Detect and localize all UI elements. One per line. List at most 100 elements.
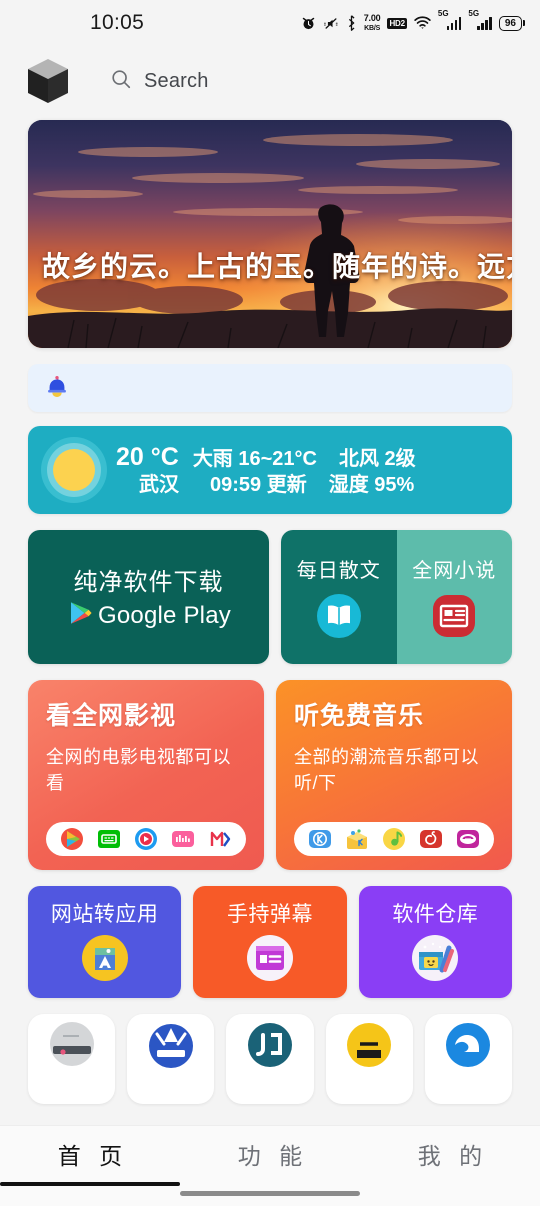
battery-level: 96 [504,17,516,29]
store-row: 纯净软件下载 Google Play 每日散文 全网小说 [28,530,512,664]
daily-essay-title: 每日散文 [296,559,381,582]
app-shortcut[interactable] [424,1014,513,1104]
video-card-title: 看全网影视 [46,702,177,730]
bottom-navigation: 首 页 功 能 我 的 [0,1125,540,1206]
software-warehouse-title: 软件仓库 [392,903,479,926]
iqiyi-icon [97,827,121,851]
status-time: 10:05 [90,11,145,34]
banner-artwork [28,120,512,348]
sohu-video-icon [60,827,84,851]
blue-wheel-icon [144,1020,198,1104]
all-novels-card[interactable]: 全网小说 [396,530,512,664]
news-icon [430,592,478,645]
bilibili-icon [171,827,195,851]
media-row: 看全网影视 全网的电影电视都可以看 听免费音乐 全部的潮流音乐都可以听/下 [28,680,512,870]
handheld-danmaku-title: 手持弹幕 [226,903,313,926]
app-shortcut[interactable] [28,1014,116,1104]
kuwo-music-icon [345,827,369,851]
yellow-square-icon [342,1020,396,1104]
app-header: Search [0,46,540,116]
weather-city: 武汉 [139,474,179,497]
app-shortcut-strip [28,1014,513,1104]
music-card-title: 听免费音乐 [294,702,425,730]
bell-icon [44,373,70,404]
weather-wind: 北风 2级 [338,448,416,471]
google-play-icon [66,599,94,632]
video-card-desc: 全网的电影电视都可以看 [46,747,231,794]
search-icon [110,68,132,95]
app-screen: 10:05 7.00 KB/S HD2 5G 5G 96 Search 故乡的云… [0,0,540,1206]
qq-music-icon [382,827,406,851]
google-play-card[interactable]: 纯净软件下载 Google Play [28,530,269,664]
banner-caption: 故乡的云。上古的玉。随年的诗。远方的你 [42,250,512,283]
teal-jd-icon [243,1020,297,1104]
network-speed-unit: KB/S [364,24,381,32]
battery-icon: 96 [498,15,522,31]
signal-icon: 5G [438,9,462,30]
nav-tab-home[interactable]: 首 页 [0,1126,180,1182]
software-warehouse-icon [409,932,461,984]
feature-tiles: 网站转应用 手持弹幕 软件仓库 [28,886,512,998]
hd-icon: HD2 [387,17,407,29]
sim1-network-label: 5G [437,8,449,18]
announcement-bar[interactable] [28,364,512,412]
alarm-icon [301,16,316,31]
video-app-list [46,822,246,856]
wifi-icon [414,16,431,30]
software-warehouse-tile[interactable]: 软件仓库 [358,886,512,998]
status-icons: 7.00 KB/S HD2 5G 5G 96 [301,9,522,33]
main-content: 故乡的云。上古的玉。随年的诗。远方的你 [0,120,540,1104]
weather-row-secondary: 武汉 09:59 更新 湿度 95% [116,473,496,499]
network-speed-indicator: 7.00 KB/S [364,13,381,33]
nav-tab-profile[interactable]: 我 的 [360,1126,540,1182]
search-input[interactable]: Search [110,68,209,95]
sim2-network-label: 5G [468,8,480,18]
app-shortcut[interactable] [127,1014,215,1104]
music-app-list [294,822,494,856]
app-shortcut[interactable] [226,1014,314,1104]
handheld-danmaku-tile[interactable]: 手持弹幕 [193,886,347,998]
music-card-desc: 全部的潮流音乐都可以听/下 [294,747,479,794]
signal-icon: 5G [468,9,492,30]
ximalaya-icon [456,827,480,851]
app-shortcut[interactable] [325,1014,413,1104]
dual-card: 每日散文 全网小说 [280,530,512,664]
weather-info: 20 °C 大雨 16~21°C 北风 2级 武汉 09:59 更新 湿度 95… [110,441,496,499]
hd-sub: 2 [400,18,405,28]
all-novels-title: 全网小说 [412,559,497,582]
netease-music-icon [419,827,443,851]
google-play-subtitle: Google Play [66,599,231,632]
danmaku-icon [244,932,296,984]
mango-tv-icon [208,827,232,851]
nav-tabs: 首 页 功 能 我 的 [0,1126,540,1182]
status-bar: 10:05 7.00 KB/S HD2 5G 5G 96 [0,0,540,46]
weather-widget[interactable]: 20 °C 大雨 16~21°C 北风 2级 武汉 09:59 更新 湿度 95… [28,426,512,514]
active-tab-indicator [0,1182,180,1186]
bluetooth-icon [346,15,357,31]
music-card[interactable]: 听免费音乐 全部的潮流音乐都可以听/下 [276,680,512,870]
book-icon [315,592,363,645]
sun-icon [38,434,110,506]
blue-edge-icon [441,1020,495,1104]
website-to-app-tile[interactable]: 网站转应用 [28,886,182,998]
cube-logo[interactable] [20,53,76,109]
weather-row-primary: 20 °C 大雨 16~21°C 北风 2级 [116,441,496,473]
mute-icon [323,16,339,31]
website-to-app-title: 网站转应用 [50,903,159,926]
google-play-title: 纯净软件下载 [73,569,224,596]
weather-humidity: 湿度 95% [328,474,415,497]
youku-icon [134,827,158,851]
kugou-music-icon [308,827,332,851]
hero-banner[interactable]: 故乡的云。上古的玉。随年的诗。远方的你 [28,120,512,348]
video-card[interactable]: 看全网影视 全网的电影电视都可以看 [28,680,264,870]
weather-updated-time: 09:59 更新 [210,474,307,497]
app-builder-icon [79,932,131,984]
weather-condition: 大雨 16~21°C [192,448,317,471]
search-placeholder: Search [144,69,209,92]
nav-tab-functions[interactable]: 功 能 [180,1126,360,1182]
gray-device-icon [45,1020,99,1104]
home-gesture-bar[interactable] [180,1191,360,1196]
weather-temperature: 20 °C [116,443,179,472]
daily-essay-card[interactable]: 每日散文 [280,530,397,664]
hd-label: HD [389,18,401,28]
